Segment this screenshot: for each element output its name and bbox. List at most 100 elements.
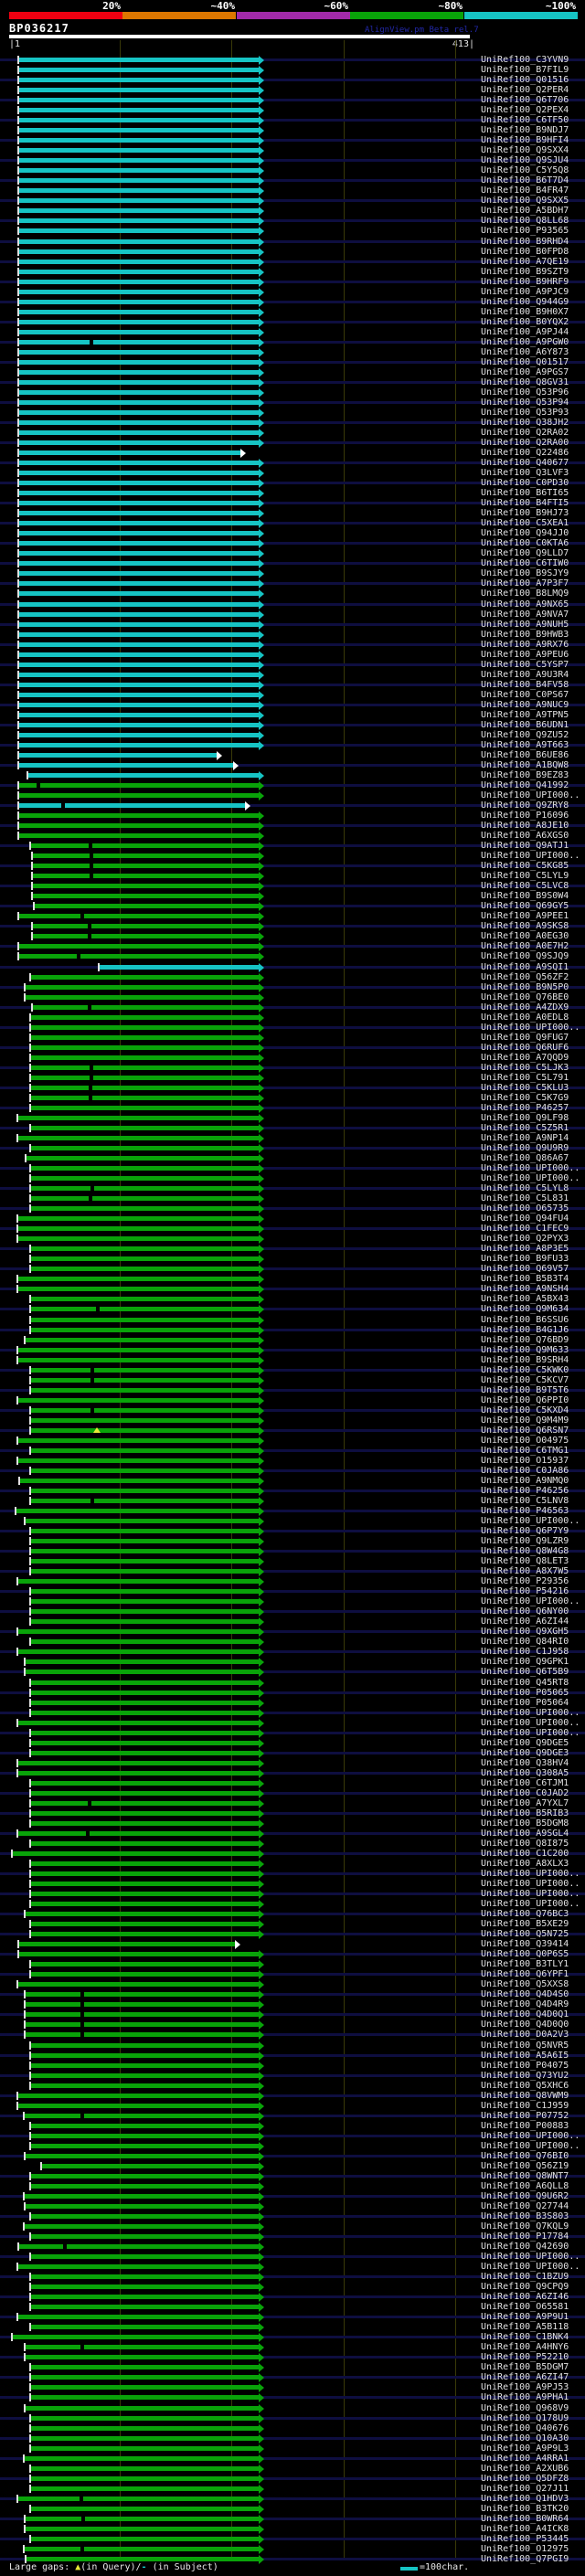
hit-bar[interactable] xyxy=(30,1307,259,1311)
hit-label[interactable]: UniRef100_C5Y5Q8 xyxy=(481,165,569,175)
hit-bar[interactable] xyxy=(18,118,259,122)
hit-bar[interactable] xyxy=(30,1045,259,1050)
hit-label[interactable]: UniRef100_C6TMG1 xyxy=(481,1446,569,1456)
hit-bar[interactable] xyxy=(25,1992,259,1997)
hit-bar[interactable] xyxy=(18,591,259,596)
hit-label[interactable]: UniRef100_Q56ZF2 xyxy=(481,972,569,982)
hit-label[interactable]: UniRef100_UPI000.. xyxy=(481,1596,580,1606)
hit-bar[interactable] xyxy=(17,1438,259,1443)
hit-bar[interactable] xyxy=(30,1196,259,1201)
hit-label[interactable]: UniRef100_Q38HV4 xyxy=(481,1758,569,1768)
hit-bar[interactable] xyxy=(30,2416,259,2421)
hit-bar[interactable] xyxy=(30,1086,259,1090)
hit-bar[interactable] xyxy=(25,2012,259,2017)
hit-label[interactable]: UniRef100_Q2PER4 xyxy=(481,85,569,95)
hit-bar[interactable] xyxy=(18,208,259,213)
hit-bar[interactable] xyxy=(30,843,259,848)
hit-bar[interactable] xyxy=(18,249,259,254)
hit-label[interactable]: UniRef100_Q4D0Q1 xyxy=(481,2009,569,2019)
hit-label[interactable]: UniRef100_B4FR47 xyxy=(481,186,569,196)
hit-bar[interactable] xyxy=(30,1176,259,1181)
hit-label[interactable]: UniRef100_Q2PYX3 xyxy=(481,1234,569,1244)
hit-label[interactable]: UniRef100_Q94FU4 xyxy=(481,1214,569,1224)
hit-bar[interactable] xyxy=(30,2375,259,2380)
hit-label[interactable]: UniRef100_Q8LL68 xyxy=(481,216,569,226)
hit-label[interactable]: UniRef100_UPI000.. xyxy=(481,1023,580,1033)
hit-bar[interactable] xyxy=(18,511,259,515)
hit-bar[interactable] xyxy=(30,1609,259,1614)
hit-label[interactable]: UniRef100_A6XGS0 xyxy=(481,831,569,841)
hit-bar[interactable] xyxy=(30,2305,259,2309)
hit-label[interactable]: UniRef100_A9SQI1 xyxy=(481,962,569,972)
hit-label[interactable]: UniRef100_Q69V57 xyxy=(481,1264,569,1274)
hit-label[interactable]: UniRef100_C5Z5R1 xyxy=(481,1123,569,1133)
hit-bar[interactable] xyxy=(18,68,259,72)
hit-label[interactable]: UniRef100_Q69GY5 xyxy=(481,901,569,911)
hit-bar[interactable] xyxy=(30,1811,259,1816)
hit-bar[interactable] xyxy=(30,1318,259,1322)
hit-label[interactable]: UniRef100_B4FV58 xyxy=(481,680,569,690)
hit-label[interactable]: UniRef100_C0JAD2 xyxy=(481,1788,569,1798)
hit-label[interactable]: UniRef100_Q94JJ0 xyxy=(481,528,569,538)
hit-bar[interactable] xyxy=(30,2436,259,2441)
hit-bar[interactable] xyxy=(32,884,259,888)
hit-label[interactable]: UniRef100_B6UE86 xyxy=(481,750,569,760)
hit-label[interactable]: UniRef100_P17784 xyxy=(481,2231,569,2242)
hit-bar[interactable] xyxy=(30,975,259,980)
hit-bar[interactable] xyxy=(30,2385,259,2390)
hit-bar[interactable] xyxy=(18,683,259,687)
hit-bar[interactable] xyxy=(30,1065,259,1070)
hit-bar[interactable] xyxy=(18,944,259,949)
hit-label[interactable]: UniRef100_Q8LET3 xyxy=(481,1556,569,1566)
hit-bar[interactable] xyxy=(30,1569,259,1574)
hit-bar[interactable] xyxy=(17,2094,259,2098)
hit-label[interactable]: UniRef100_Q41992 xyxy=(481,780,569,790)
hit-bar[interactable] xyxy=(18,481,259,485)
hit-label[interactable]: UniRef100_Q76BC3 xyxy=(481,1909,569,1919)
hit-label[interactable]: UniRef100_B9HRF9 xyxy=(481,277,569,287)
hit-label[interactable]: UniRef100_B9SJY9 xyxy=(481,568,569,578)
hit-bar[interactable] xyxy=(18,1942,235,1946)
hit-bar[interactable] xyxy=(18,78,259,82)
hit-label[interactable]: UniRef100_C6TIW0 xyxy=(481,558,569,568)
hit-label[interactable]: UniRef100_A9NVA7 xyxy=(481,610,569,620)
hit-bar[interactable] xyxy=(18,148,259,153)
hit-label[interactable]: UniRef100_UPI000.. xyxy=(481,790,580,800)
hit-label[interactable]: UniRef100_Q4D4S0 xyxy=(481,1989,569,1999)
hit-bar[interactable] xyxy=(18,168,259,173)
hit-label[interactable]: UniRef100_A6QLL8 xyxy=(481,2181,569,2191)
hit-label[interactable]: UniRef100_B9N5P0 xyxy=(481,982,569,992)
hit-label[interactable]: UniRef100_O04975 xyxy=(481,1436,569,1446)
hit-bar[interactable] xyxy=(17,1982,259,1987)
hit-bar[interactable] xyxy=(18,451,240,455)
hit-label[interactable]: UniRef100_A9P9U1 xyxy=(481,2312,569,2322)
hit-label[interactable]: UniRef100_Q38JH2 xyxy=(481,418,569,428)
hit-label[interactable]: UniRef100_C0PD30 xyxy=(481,478,569,488)
hit-bar[interactable] xyxy=(18,642,259,647)
hit-bar[interactable] xyxy=(18,954,259,959)
hit-bar[interactable] xyxy=(30,1146,259,1150)
hit-label[interactable]: UniRef100_A7YXL7 xyxy=(481,1798,569,1808)
hit-label[interactable]: UniRef100_C5K7G9 xyxy=(481,1093,569,1103)
hit-label[interactable]: UniRef100_B7FIL9 xyxy=(481,65,569,75)
hit-label[interactable]: UniRef100_Q39414 xyxy=(481,1939,569,1949)
hit-label[interactable]: UniRef100_O65581 xyxy=(481,2302,569,2312)
hit-label[interactable]: UniRef100_Q9FUG7 xyxy=(481,1033,569,1043)
hit-label[interactable]: UniRef100_Q9LZR9 xyxy=(481,1536,569,1546)
hit-bar[interactable] xyxy=(18,551,259,556)
hit-bar[interactable] xyxy=(30,1106,259,1110)
hit-bar[interactable] xyxy=(18,340,259,345)
hit-label[interactable]: UniRef100_A6ZI44 xyxy=(481,1617,569,1627)
hit-label[interactable]: UniRef100_Q2RA02 xyxy=(481,428,569,438)
hit-label[interactable]: UniRef100_Q27J11 xyxy=(481,2484,569,2494)
hit-bar[interactable] xyxy=(18,128,259,133)
hit-bar[interactable] xyxy=(30,1256,259,1261)
hit-bar[interactable] xyxy=(17,1579,259,1584)
hit-label[interactable]: UniRef100_B5DGM8 xyxy=(481,1818,569,1829)
hit-bar[interactable] xyxy=(30,1962,259,1966)
hit-bar[interactable] xyxy=(25,1519,259,1523)
hit-bar[interactable] xyxy=(30,1035,259,1040)
hit-label[interactable]: UniRef100_Q2PEX4 xyxy=(481,105,569,115)
hit-bar[interactable] xyxy=(30,1751,259,1755)
hit-label[interactable]: UniRef100_Q8GV31 xyxy=(481,377,569,387)
